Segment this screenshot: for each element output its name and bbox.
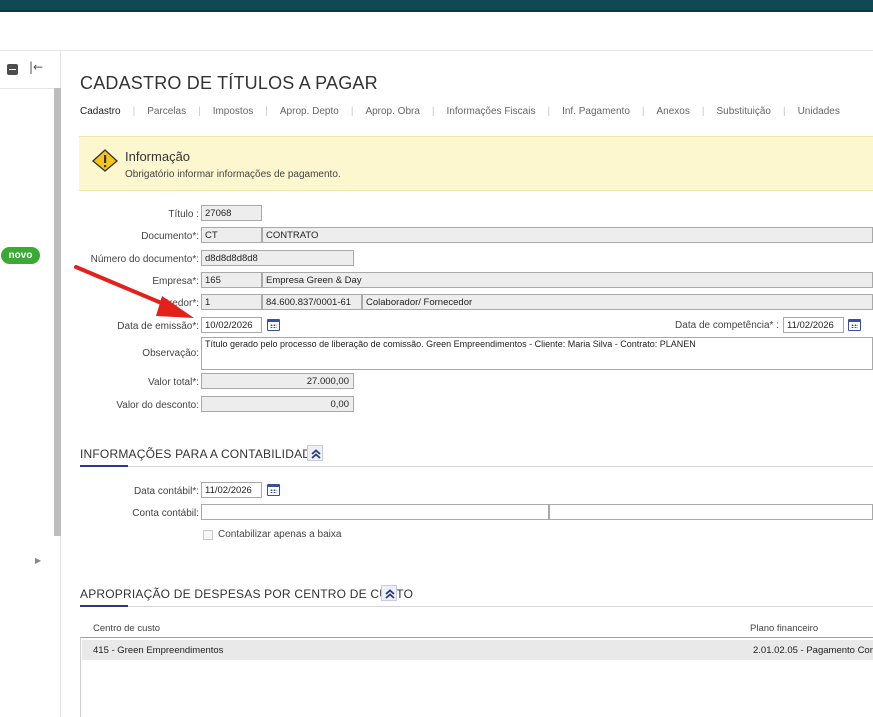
cell-centro-custo: 415 - Green Empreendimentos <box>93 645 224 656</box>
tab-aprop-obra[interactable]: Aprop. Obra <box>365 106 419 117</box>
documento-desc-field: CONTRATO <box>262 227 873 243</box>
header-divider <box>0 50 873 51</box>
valor-desconto-field[interactable]: 0,00 <box>201 396 354 412</box>
new-badge[interactable]: novo <box>1 247 40 264</box>
credor-code-field[interactable]: 1 <box>201 294 262 310</box>
contabilidade-section-title: INFORMAÇÕES PARA A CONTABILIDADE <box>80 447 320 461</box>
column-header-centro-custo[interactable]: Centro de custo <box>93 623 160 634</box>
data-emissao-field[interactable]: 10/02/2026 <box>201 317 262 333</box>
info-message-box: Informação Obrigatório informar informaç… <box>79 136 873 191</box>
info-title: Informação <box>125 149 191 164</box>
collapse-contabilidade-button[interactable] <box>307 445 323 461</box>
titulo-field[interactable]: 27068 <box>201 205 262 221</box>
data-emissao-label: Data de emissão*: <box>117 321 199 332</box>
empresa-code-field[interactable]: 165 <box>201 272 262 288</box>
empresa-name-field: Empresa Green & Day <box>262 272 873 288</box>
section-divider <box>80 606 873 607</box>
conta-contabil-label: Conta contábil: <box>132 508 199 519</box>
info-message: Obrigatório informar informações de paga… <box>125 169 341 180</box>
tab-separator: | <box>198 106 201 117</box>
documento-label: Documento*: <box>141 231 199 242</box>
calendar-icon[interactable] <box>267 319 280 331</box>
left-sidebar <box>0 51 61 717</box>
chevron-up-icon <box>311 449 321 459</box>
titulo-label: Título : <box>168 209 199 220</box>
app-top-bar-border <box>0 10 873 12</box>
tab-separator: | <box>350 106 354 117</box>
apropriacao-section-title: APROPRIAÇÃO DE DESPESAS POR CENTRO DE CU… <box>80 587 414 601</box>
data-contabil-label: Data contábil*: <box>133 486 199 497</box>
tab-separator: | <box>265 106 268 117</box>
tab-separator: | <box>701 106 705 117</box>
contabilizar-baixa-checkbox[interactable] <box>203 530 213 540</box>
conta-contabil-field[interactable] <box>201 504 549 520</box>
column-header-plano-financeiro[interactable]: Plano financeiro <box>750 623 818 634</box>
data-competencia-field[interactable]: 11/02/2026 <box>783 317 844 333</box>
grid-body: 415 - Green Empreendimentos 2.01.02.05 -… <box>80 637 873 717</box>
calendar-icon[interactable] <box>267 484 280 496</box>
collapse-sidebar-icon[interactable]: |← <box>29 60 43 74</box>
tab-bar: Cadastro | Parcelas | Impostos | Aprop. Depto |… <box>80 106 840 118</box>
expand-arrow-icon[interactable]: ▶ <box>35 556 41 565</box>
table-row[interactable]: 415 - Green Empreendimentos 2.01.02.05 -… <box>82 640 873 660</box>
observacao-field[interactable]: Título gerado pelo processo de liberação… <box>201 337 873 370</box>
valor-desconto-label: Valor do desconto: <box>116 400 199 411</box>
credor-name-field: Colaborador/ Fornecedor <box>362 294 873 310</box>
minimize-icon[interactable] <box>7 64 18 75</box>
tab-separator: | <box>547 106 551 117</box>
section-underline <box>80 605 128 607</box>
tab-impostos[interactable]: Impostos <box>213 106 254 117</box>
contabilizar-baixa-label: Contabilizar apenas a baixa <box>218 529 342 540</box>
chevron-up-icon <box>385 589 395 599</box>
calendar-icon[interactable] <box>848 319 861 331</box>
sidebar-divider <box>0 88 54 89</box>
data-contabil-field[interactable]: 11/02/2026 <box>201 482 262 498</box>
tab-anexos[interactable]: Anexos <box>657 106 690 117</box>
tab-aprop-depto[interactable]: Aprop. Depto <box>280 106 339 117</box>
tab-parcelas[interactable]: Parcelas <box>147 106 186 117</box>
tab-separator: | <box>782 106 786 117</box>
documento-code-field[interactable]: CT <box>201 227 262 243</box>
annotation-arrow <box>74 265 194 318</box>
tab-cadastro[interactable]: Cadastro <box>80 106 121 117</box>
collapse-apropriacao-button[interactable] <box>381 585 397 601</box>
cell-plano-financeiro: 2.01.02.05 - Pagamento Com <box>753 645 873 656</box>
tab-separator: | <box>132 106 136 117</box>
observacao-label: Observação: <box>142 348 199 359</box>
section-divider <box>80 466 873 467</box>
page-title: CADASTRO DE TÍTULOS A PAGAR <box>80 73 378 93</box>
section-underline <box>80 465 128 467</box>
sidebar-scrollbar[interactable] <box>54 88 61 536</box>
tab-substituicao[interactable]: Substituição <box>716 106 770 117</box>
conta-contabil-desc-field <box>549 504 873 520</box>
grid-header: Centro de custo Plano financeiro <box>80 620 873 638</box>
credor-cnpj-field: 84.600.837/0001-61 <box>262 294 362 310</box>
numero-documento-field[interactable]: d8d8d8d8d8 <box>201 250 354 266</box>
tab-separator: | <box>641 106 645 117</box>
warning-icon <box>92 149 118 172</box>
valor-total-field[interactable]: 27.000,00 <box>201 373 354 389</box>
tab-informacoes-fiscais[interactable]: Informações Fiscais <box>447 106 536 117</box>
data-competencia-label: Data de competência* : <box>675 320 779 331</box>
tab-unidades[interactable]: Unidades <box>798 106 840 117</box>
tab-inf-pagamento[interactable]: Inf. Pagamento <box>562 106 630 117</box>
valor-total-label: Valor total*: <box>148 377 199 388</box>
tab-separator: | <box>431 106 435 117</box>
